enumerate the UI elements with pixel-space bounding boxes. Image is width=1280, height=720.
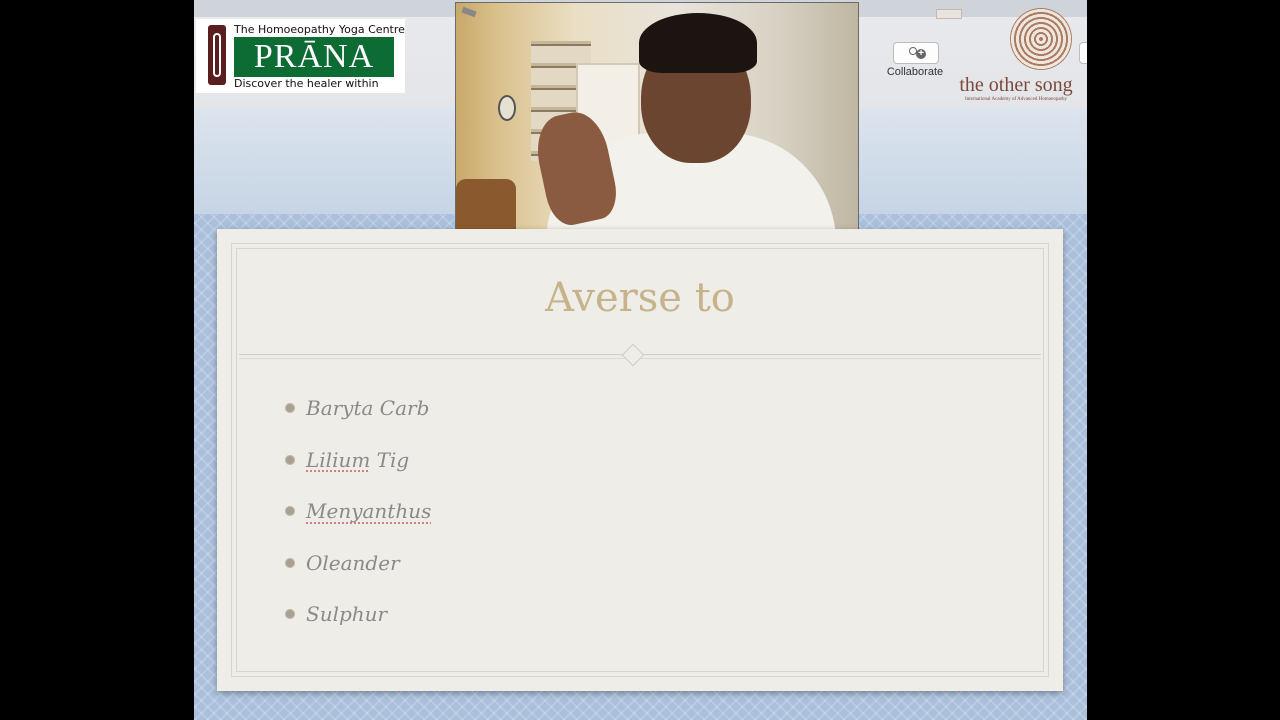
wall-clock bbox=[498, 95, 516, 121]
the-other-song-wordmark: the other song bbox=[959, 74, 1073, 96]
bullet-item: Baryta Carb bbox=[285, 396, 431, 448]
speaker-hair bbox=[639, 13, 757, 73]
slide-title: Averse to bbox=[545, 275, 735, 321]
bullet-text: Menyanthus bbox=[306, 499, 432, 523]
bullet-dot-icon bbox=[285, 557, 295, 568]
add-person-icon bbox=[907, 46, 926, 60]
bullet-text: Oleander bbox=[306, 550, 400, 575]
prana-wordmark: PRĀNA bbox=[234, 37, 394, 77]
bullet-dot-icon bbox=[285, 506, 295, 516]
the-other-song-subline: International Academy of Advanced Homoeo… bbox=[965, 97, 1067, 102]
bullet-text: Sulphur bbox=[306, 602, 388, 626]
webcam-video-feed bbox=[455, 2, 859, 230]
ceiling-lamp bbox=[461, 6, 477, 18]
sofa bbox=[456, 179, 516, 229]
presentation-app-window: The Homoeopathy Yoga Centre PRĀNA Discov… bbox=[194, 0, 1087, 720]
prana-logo: The Homoeopathy Yoga Centre PRĀNA Discov… bbox=[196, 19, 405, 93]
bullet-item: Menyanthus bbox=[285, 499, 431, 551]
prana-tagline: The Homoeopathy Yoga Centre bbox=[234, 23, 405, 36]
prana-subline: Discover the healer within bbox=[234, 77, 379, 90]
collaborate-button[interactable] bbox=[893, 42, 939, 64]
bullet-text: Tig bbox=[370, 447, 410, 472]
the-other-song-logo: the other song International Academy of … bbox=[946, 8, 1086, 106]
bullet-item: Sulphur bbox=[285, 602, 431, 654]
bullet-text: Baryta Carb bbox=[306, 396, 430, 420]
bullet-text: Lilium bbox=[306, 447, 371, 472]
prana-emblem-icon bbox=[208, 25, 226, 85]
bullet-list: Baryta Carb Lilium Tig Menyanthus Oleander S… bbox=[285, 396, 431, 654]
bullet-dot-icon bbox=[285, 609, 295, 619]
bullet-dot-icon bbox=[285, 454, 295, 465]
bullet-dot-icon bbox=[285, 403, 295, 413]
spiral-emblem-icon bbox=[1010, 8, 1072, 70]
bullet-item: Lilium Tig bbox=[285, 448, 431, 500]
slide[interactable]: Averse to Baryta Carb Lilium Tig Menyanthu… bbox=[217, 229, 1063, 691]
collaborate-label: Collaborate bbox=[886, 66, 944, 78]
bullet-item: Oleander bbox=[285, 551, 431, 603]
